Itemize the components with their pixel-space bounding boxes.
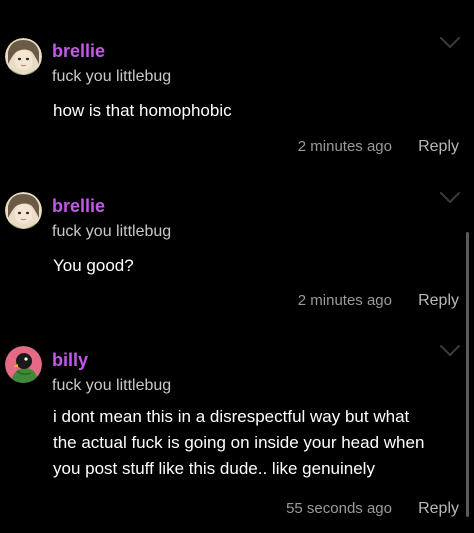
chevron-down-icon[interactable] [440,37,460,49]
reply-button[interactable]: Reply [418,138,459,156]
user-avatar[interactable] [5,346,42,383]
comment-body: You good? [53,253,463,279]
user-subtitle: fuck you littlebug [52,377,172,394]
comment-text-line: how is that homophobic [53,101,232,120]
comment-item: brellie fuck you littlebug how is that h… [0,0,474,170]
comment-text-line: i dont mean this in a disrespectful way … [53,407,410,426]
scrollbar[interactable] [466,232,469,517]
comment-item: brellie fuck you littlebug You good? 2 m… [0,170,474,325]
username[interactable]: billy [52,350,88,370]
comment-timestamp: 2 minutes ago [297,138,392,155]
chevron-down-icon[interactable] [440,345,460,357]
comment-timestamp: 2 minutes ago [297,292,392,309]
comment-body: how is that homophobic [53,98,463,124]
user-subtitle: fuck you littlebug [52,223,172,240]
anime-avatar-icon [5,192,42,229]
comment-text-line: the actual fuck is going on inside your … [53,433,425,452]
user-avatar[interactable] [5,38,42,75]
comment-body: i dont mean this in a disrespectful way … [53,404,463,482]
user-subtitle: fuck you littlebug [52,68,172,85]
user-avatar[interactable] [5,192,42,229]
bird-avatar-icon [5,346,42,383]
reply-button[interactable]: Reply [418,500,459,518]
comment-item: billy fuck you littlebug i dont mean thi… [0,325,474,533]
comment-text-line: You good? [53,256,134,275]
comment-timestamp: 55 seconds ago [286,500,392,517]
comment-text-line: you post stuff like this dude.. like gen… [53,459,375,478]
username[interactable]: brellie [52,196,105,216]
reply-button[interactable]: Reply [418,292,459,310]
username[interactable]: brellie [52,41,105,61]
anime-avatar-icon [5,38,42,75]
chevron-down-icon[interactable] [440,192,460,204]
